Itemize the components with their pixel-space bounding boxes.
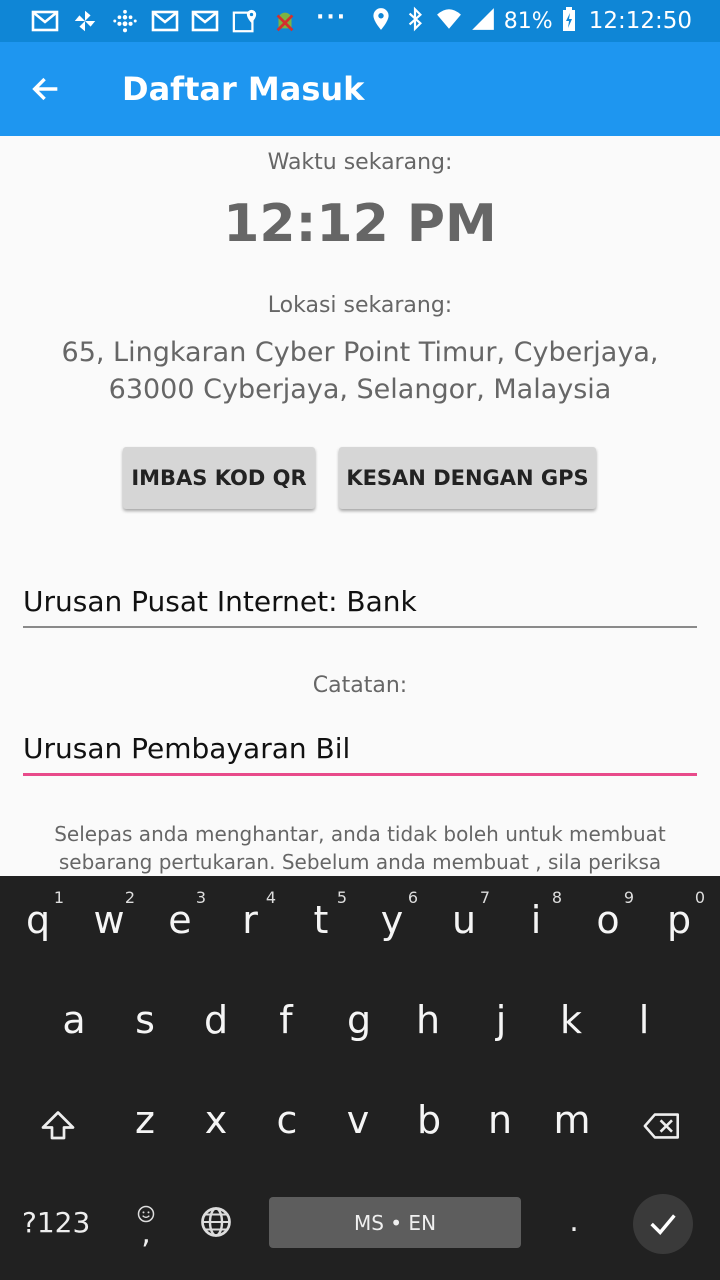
key-w[interactable]: 2w <box>79 876 139 956</box>
key-q[interactable]: 1q <box>8 876 68 956</box>
notification-icons: ··· <box>30 4 348 36</box>
key-h[interactable]: h <box>398 976 458 1056</box>
comma-label: , <box>141 1216 151 1251</box>
key-e[interactable]: 3e <box>150 876 210 956</box>
backspace-icon <box>643 1113 679 1139</box>
period-key[interactable]: . <box>556 1196 592 1246</box>
enter-key[interactable] <box>633 1194 693 1254</box>
globe-icon <box>201 1207 231 1237</box>
time-label: Waktu sekarang: <box>267 150 453 175</box>
key-d[interactable]: d <box>186 976 246 1056</box>
address-line-1: 65, Lingkaran Cyber Point Timur, Cyberja… <box>61 337 659 368</box>
key-z[interactable]: z <box>115 1076 175 1156</box>
key-y[interactable]: 6y <box>362 876 422 956</box>
key-u[interactable]: 7u <box>434 876 494 956</box>
app-bar: Daftar Masuk <box>0 42 720 136</box>
soft-keyboard: 1q 2w 3e 4r 5t 6y 7u 8i 9o 0p a s d f g … <box>0 876 720 1280</box>
check-in-form: Waktu sekarang: 12:12 PM Lokasi sekarang… <box>0 136 720 876</box>
notice-line-2: sebarang pertukaran. Sebelum anda membua… <box>58 850 662 874</box>
gps-button[interactable]: KESAN DENGAN GPS <box>339 447 596 509</box>
business-field[interactable]: Urusan Pusat Internet: Bank <box>23 585 697 618</box>
key-l[interactable]: l <box>614 976 674 1056</box>
key-i[interactable]: 8i <box>506 876 566 956</box>
key-n[interactable]: n <box>470 1076 530 1156</box>
gmail-icon <box>150 8 180 34</box>
key-r[interactable]: 4r <box>220 876 280 956</box>
battery-percent: 81% <box>503 8 553 34</box>
system-status: 81% 12:12:50 <box>368 6 692 36</box>
back-button[interactable] <box>22 65 70 113</box>
key-k[interactable]: k <box>541 976 601 1056</box>
check-icon <box>650 1214 676 1236</box>
clock: 12:12:50 <box>588 8 692 34</box>
gmail-icon <box>190 8 220 34</box>
current-time: 12:12 PM <box>223 194 497 254</box>
backspace-key[interactable] <box>630 1104 694 1148</box>
arrow-back-icon <box>32 77 58 101</box>
notes-field-underline <box>23 773 697 776</box>
notice-line-1: Selepas anda menghantar, anda tidak bole… <box>54 822 666 846</box>
comma-emoji-key[interactable]: , <box>128 1194 164 1254</box>
key-o[interactable]: 9o <box>578 876 638 956</box>
maps-icon <box>230 8 260 34</box>
status-bar: ··· 81% 12:12:50 <box>0 0 720 42</box>
key-v[interactable]: v <box>328 1076 388 1156</box>
key-x[interactable]: x <box>186 1076 246 1156</box>
key-m[interactable]: m <box>542 1076 602 1156</box>
key-a[interactable]: a <box>44 976 104 1056</box>
scan-qr-button[interactable]: IMBAS KOD QR <box>123 447 315 509</box>
android-debug-icon <box>270 8 300 34</box>
location-label: Lokasi sekarang: <box>267 293 453 318</box>
shift-icon <box>41 1111 75 1140</box>
key-s[interactable]: s <box>115 976 175 1056</box>
key-t[interactable]: 5t <box>291 876 351 956</box>
key-f[interactable]: f <box>256 976 316 1056</box>
bluetooth-icon <box>402 6 428 36</box>
signal-icon <box>470 6 496 36</box>
language-key[interactable] <box>196 1202 236 1242</box>
notes-field[interactable]: Urusan Pembayaran Bil <box>23 732 697 765</box>
key-g[interactable]: g <box>329 976 389 1056</box>
location-icon <box>368 6 394 36</box>
key-j[interactable]: j <box>471 976 531 1056</box>
notes-label: Catatan: <box>312 673 408 698</box>
business-field-underline <box>23 626 697 628</box>
address-line-2: 63000 Cyberjaya, Selangor, Malaysia <box>108 374 612 405</box>
gmail-icon <box>30 8 60 34</box>
pinwheel-icon <box>70 8 100 34</box>
key-c[interactable]: c <box>257 1076 317 1156</box>
page-title: Daftar Masuk <box>122 70 365 108</box>
wifi-icon <box>436 6 462 36</box>
key-p[interactable]: 0p <box>649 876 709 956</box>
shift-key[interactable] <box>28 1104 88 1148</box>
symbols-key[interactable]: ?123 <box>22 1206 90 1239</box>
key-b[interactable]: b <box>399 1076 459 1156</box>
fitbit-icon <box>110 8 140 34</box>
space-bar[interactable]: MS • EN <box>269 1197 521 1248</box>
battery-charging-icon <box>561 6 577 36</box>
more-notifications-icon: ··· <box>316 4 348 30</box>
